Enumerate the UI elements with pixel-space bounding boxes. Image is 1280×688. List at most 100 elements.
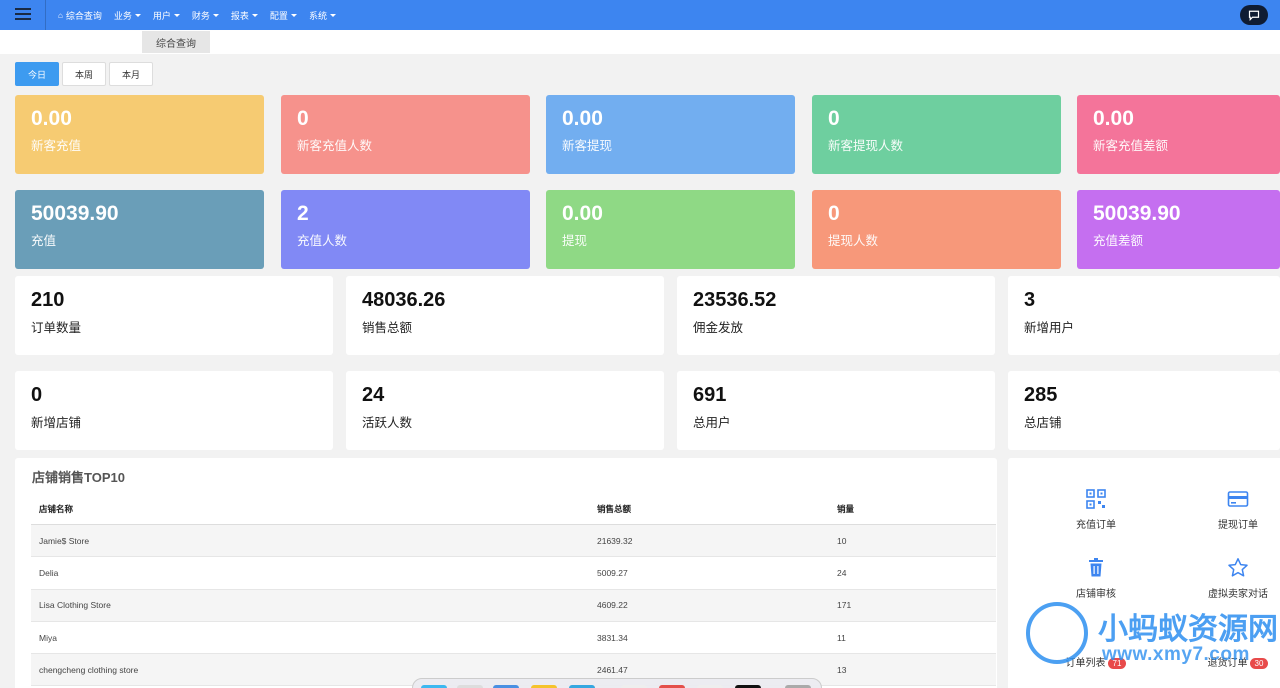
stat-card-orders: 210 订单数量 bbox=[15, 276, 333, 355]
quantity-cell: 11 bbox=[837, 632, 846, 643]
top-navbar: ⌂ 综合查询 业务 用户 财务 报表 配置 系统 bbox=[0, 0, 1280, 30]
stat-value: 285 bbox=[1024, 384, 1058, 406]
stat-card-total-users: 691 总用户 bbox=[677, 371, 995, 450]
top-stores-table: 店铺名称 销售总额 销量 Jamie$ Store 21639.32 10 De… bbox=[31, 494, 996, 687]
watermark: 小蚂蚁资源网 www.xmy7.com bbox=[1026, 600, 1280, 680]
main-nav: ⌂ 综合查询 业务 用户 财务 报表 配置 系统 bbox=[58, 0, 348, 30]
stat-label: 充值差额 bbox=[1093, 234, 1144, 248]
stat-card-new-withdraw-users: 0 新客提现人数 bbox=[812, 95, 1061, 174]
stat-value: 48036.26 bbox=[362, 289, 446, 311]
nav-item-overview[interactable]: ⌂ 综合查询 bbox=[58, 9, 102, 22]
store-name-cell: Miya bbox=[39, 632, 57, 643]
stat-card-recharge: 50039.90 充值 bbox=[15, 190, 264, 269]
stat-card-new-recharge-diff: 0.00 新客充值差额 bbox=[1077, 95, 1280, 174]
stat-card-new-recharge: 0.00 新客充值 bbox=[15, 95, 264, 174]
chat-icon[interactable] bbox=[1240, 5, 1268, 25]
quick-link-label: 虚拟卖家对话 bbox=[1208, 589, 1268, 600]
nav-item-config[interactable]: 配置 bbox=[270, 9, 297, 22]
qrcode-icon bbox=[1086, 489, 1106, 509]
stat-card-withdraw: 0.00 提现 bbox=[546, 190, 795, 269]
table-row: Lisa Clothing Store 4609.22 171 bbox=[31, 589, 996, 622]
tab-overview[interactable]: 综合查询 bbox=[142, 31, 210, 53]
stat-card-recharge-diff: 50039.90 充值差额 bbox=[1077, 190, 1280, 269]
column-header-store: 店铺名称 bbox=[39, 504, 74, 514]
nav-item-reports[interactable]: 报表 bbox=[231, 9, 258, 22]
table-header-row: 店铺名称 销售总额 销量 bbox=[31, 494, 996, 525]
quantity-cell: 13 bbox=[837, 664, 847, 675]
stat-value: 0 bbox=[828, 202, 840, 225]
nav-label: 财务 bbox=[191, 10, 210, 21]
store-name-cell: Delia bbox=[39, 567, 59, 578]
sales-cell: 3831.34 bbox=[597, 632, 628, 643]
nav-item-users[interactable]: 用户 bbox=[153, 9, 180, 22]
stat-value: 0.00 bbox=[1093, 107, 1134, 130]
stat-value: 24 bbox=[362, 384, 385, 406]
trash-icon bbox=[1089, 558, 1103, 577]
stat-value: 691 bbox=[693, 384, 727, 406]
caret-down-icon bbox=[290, 13, 297, 17]
column-header-sales: 销售总额 bbox=[597, 504, 632, 514]
stat-label: 提现人数 bbox=[828, 234, 879, 248]
stat-label: 新客提现 bbox=[562, 139, 613, 153]
home-icon: ⌂ bbox=[58, 10, 63, 20]
page-tab-strip: 综合查询 bbox=[0, 30, 1280, 54]
sales-cell: 21639.32 bbox=[597, 535, 633, 546]
watermark-text: 小蚂蚁资源网 bbox=[1098, 613, 1278, 646]
stat-value: 210 bbox=[31, 289, 65, 311]
period-week-button[interactable]: 本周 bbox=[62, 62, 106, 86]
stat-label: 新客提现人数 bbox=[828, 139, 904, 153]
nav-label: 业务 bbox=[113, 10, 132, 21]
stat-value: 50039.90 bbox=[31, 202, 119, 225]
stat-label: 新客充值 bbox=[31, 139, 82, 153]
column-header-quantity: 销量 bbox=[837, 504, 855, 514]
menu-toggle-icon[interactable] bbox=[0, 0, 46, 30]
stat-label: 佣金发放 bbox=[693, 321, 744, 335]
caret-down-icon bbox=[134, 13, 141, 17]
star-icon bbox=[1228, 558, 1248, 577]
quick-link-virtual-seller-chat[interactable]: 虚拟卖家对话 bbox=[1188, 557, 1280, 600]
stat-value: 3 bbox=[1024, 289, 1036, 311]
quick-link-store-review[interactable]: 店铺审核 bbox=[1046, 557, 1146, 600]
caret-down-icon bbox=[329, 13, 336, 17]
nav-label: 综合查询 bbox=[65, 10, 102, 21]
nav-label: 配置 bbox=[269, 10, 288, 21]
os-dock bbox=[412, 678, 822, 688]
quantity-cell: 10 bbox=[837, 535, 847, 546]
stat-card-total-stores: 285 总店铺 bbox=[1008, 371, 1280, 450]
period-month-button[interactable]: 本月 bbox=[109, 62, 153, 86]
stat-card-new-recharge-users: 0 新客充值人数 bbox=[281, 95, 530, 174]
stat-value: 0.00 bbox=[562, 107, 603, 130]
nav-item-finance[interactable]: 财务 bbox=[192, 9, 219, 22]
quantity-cell: 24 bbox=[837, 567, 847, 578]
table-row: Delia 5009.27 24 bbox=[31, 557, 996, 590]
stat-value: 0.00 bbox=[562, 202, 603, 225]
quick-link-withdraw-orders[interactable]: 提现订单 bbox=[1188, 488, 1280, 531]
stat-card-new-users: 3 新增用户 bbox=[1008, 276, 1280, 355]
stat-label: 总店铺 bbox=[1024, 416, 1062, 430]
stat-label: 充值人数 bbox=[297, 234, 348, 248]
stat-card-recharge-users: 2 充值人数 bbox=[281, 190, 530, 269]
caret-down-icon bbox=[173, 13, 180, 17]
watermark-url: www.xmy7.com bbox=[1102, 644, 1250, 665]
caret-down-icon bbox=[212, 13, 219, 17]
stat-card-active-users: 24 活跃人数 bbox=[346, 371, 664, 450]
stat-label: 新客充值人数 bbox=[297, 139, 373, 153]
stat-value: 0 bbox=[828, 107, 840, 130]
quick-link-label: 店铺审核 bbox=[1076, 589, 1116, 600]
stat-card-new-withdraw: 0.00 新客提现 bbox=[546, 95, 795, 174]
store-name-cell: Jamie$ Store bbox=[39, 535, 90, 546]
stat-value: 0.00 bbox=[31, 107, 72, 130]
stat-card-sales-total: 48036.26 销售总额 bbox=[346, 276, 664, 355]
sales-cell: 5009.27 bbox=[597, 567, 628, 578]
stat-value: 0 bbox=[297, 107, 309, 130]
stat-card-new-stores: 0 新增店铺 bbox=[15, 371, 333, 450]
nav-item-business[interactable]: 业务 bbox=[114, 9, 141, 22]
panel-title: 店铺销售TOP10 bbox=[32, 470, 125, 485]
quick-link-recharge-orders[interactable]: 充值订单 bbox=[1046, 488, 1146, 531]
stat-value: 50039.90 bbox=[1093, 202, 1181, 225]
watermark-logo bbox=[1026, 602, 1088, 664]
sales-cell: 4609.22 bbox=[597, 600, 628, 611]
period-today-button[interactable]: 今日 bbox=[15, 62, 59, 86]
stat-label: 新客充值差额 bbox=[1093, 139, 1169, 153]
nav-item-system[interactable]: 系统 bbox=[309, 9, 336, 22]
